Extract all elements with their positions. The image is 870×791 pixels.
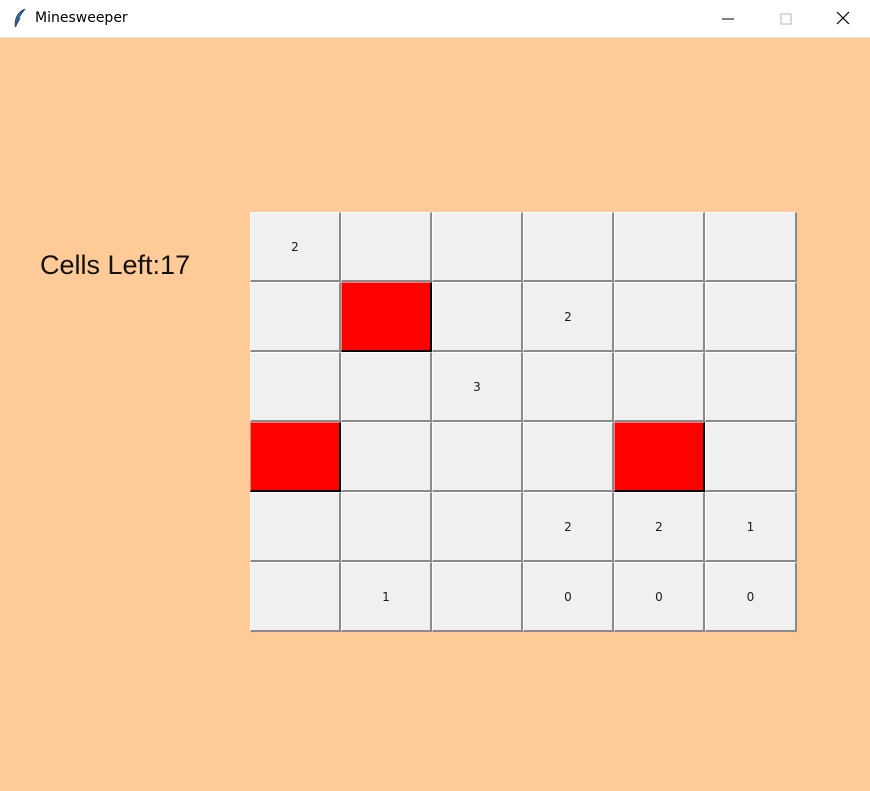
grid-cell[interactable] [250,352,341,422]
grid-cell[interactable]: 2 [250,212,341,282]
feather-icon [12,8,28,28]
grid-cell[interactable]: 0 [705,562,797,632]
grid-cell[interactable] [341,492,432,562]
maximize-icon [780,10,792,29]
grid-cell[interactable]: 0 [614,562,705,632]
minesweeper-window: Minesweeper Cells Left:17 2232211000 [0,0,870,791]
grid-cell[interactable] [250,492,341,562]
game-area: Cells Left:17 2232211000 [0,38,870,791]
grid-cell[interactable] [432,492,523,562]
mine-cell[interactable] [614,422,705,492]
grid-cell[interactable] [250,282,341,352]
grid-cell[interactable]: 2 [523,282,614,352]
grid-cell[interactable] [614,282,705,352]
grid-cell[interactable]: 2 [523,492,614,562]
minimize-icon [722,10,734,29]
grid-cell[interactable]: 2 [614,492,705,562]
grid-cell[interactable] [523,422,614,492]
grid-cell[interactable] [705,212,797,282]
grid-cell[interactable]: 3 [432,352,523,422]
grid-cell[interactable] [341,212,432,282]
grid-cell[interactable] [432,562,523,632]
grid-cell[interactable] [614,352,705,422]
grid-cell[interactable] [523,212,614,282]
minefield-grid: 2232211000 [250,212,797,632]
grid-cell[interactable] [250,562,341,632]
grid-cell[interactable] [523,352,614,422]
grid-cell[interactable] [341,352,432,422]
grid-cell[interactable]: 1 [341,562,432,632]
close-icon [836,10,850,29]
grid-cell[interactable] [705,282,797,352]
minimize-button[interactable] [699,0,757,38]
grid-cell[interactable] [341,422,432,492]
maximize-button[interactable] [757,0,815,38]
grid-cell[interactable] [614,212,705,282]
close-button[interactable] [815,0,870,38]
grid-cell[interactable]: 1 [705,492,797,562]
window-title: Minesweeper [35,10,128,26]
grid-cell[interactable] [705,352,797,422]
grid-cell[interactable] [432,422,523,492]
grid-cell[interactable]: 0 [523,562,614,632]
cells-left-label: Cells Left:17 [40,250,191,280]
grid-cell[interactable] [705,422,797,492]
grid-cell[interactable] [432,282,523,352]
mine-cell[interactable] [250,422,341,492]
title-bar: Minesweeper [0,0,870,38]
mine-cell[interactable] [341,282,432,352]
grid-cell[interactable] [432,212,523,282]
